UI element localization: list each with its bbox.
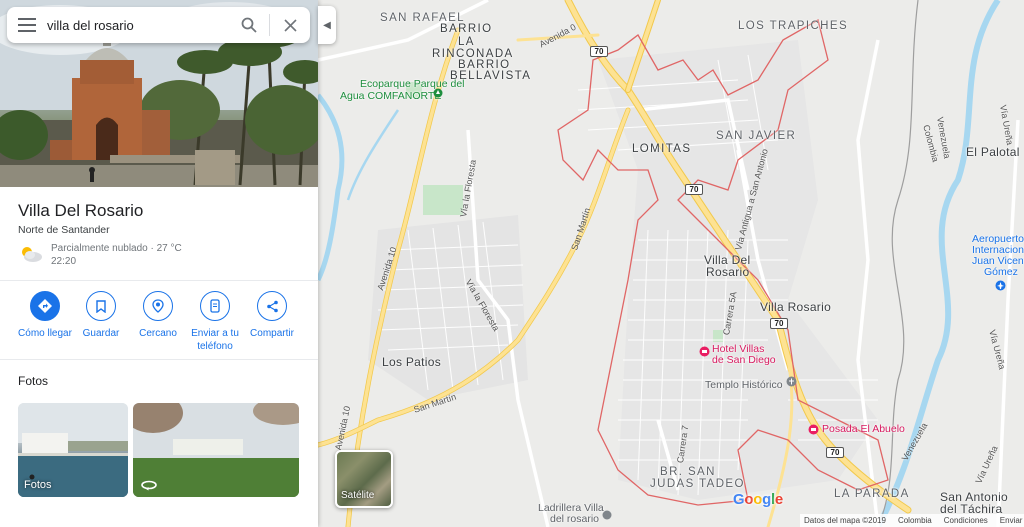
label-hotel-2[interactable]: de San Diego — [712, 354, 776, 366]
place-pin-icon[interactable] — [602, 510, 612, 520]
phone-icon — [210, 299, 220, 313]
search-input[interactable] — [47, 10, 229, 40]
weather-info: Parcialmente nublado · 27 °C 22:20 — [51, 242, 182, 268]
partly-cloudy-icon — [22, 247, 42, 262]
place-title: Villa Del Rosario — [18, 201, 144, 220]
send-to-phone-button[interactable]: Enviar a tu teléfono — [185, 291, 245, 353]
footer-country[interactable]: Colombia — [898, 516, 932, 525]
route-shield: 70 — [826, 447, 844, 458]
label-ecoparque-2[interactable]: Agua COMFANORTE — [340, 90, 441, 102]
map-footer: Datos del mapa ©2019 Colombia Condicione… — [800, 514, 1024, 527]
label-ecoparque-1[interactable]: Ecoparque Parque del — [360, 78, 465, 90]
map-canvas[interactable]: SAN RAFAEL BARRIO LA RINCONADA BARRIO BE… — [318, 0, 1024, 527]
label-templo[interactable]: Templo Histórico — [705, 379, 783, 391]
label-san-javier[interactable]: SAN JAVIER — [716, 130, 796, 142]
church-pin-icon[interactable] — [786, 376, 797, 387]
nearby-button[interactable]: Cercano — [128, 291, 188, 340]
send-to-phone-label: Enviar a tu teléfono — [185, 327, 245, 353]
bookmark-icon — [96, 299, 106, 313]
search-icon[interactable] — [229, 7, 269, 43]
label-la-parada[interactable]: LA PARADA — [834, 488, 910, 500]
place-subtitle: Norte de Santander — [18, 224, 110, 236]
google-logo: Google — [733, 491, 783, 508]
route-shield: 70 — [590, 46, 608, 57]
action-bar: Cómo llegar Guardar Cercano Enviar a tu … — [0, 291, 318, 355]
360-view-icon — [141, 480, 157, 491]
share-label: Compartir — [250, 328, 294, 339]
directions-button[interactable]: Cómo llegar — [15, 291, 75, 340]
directions-icon — [38, 299, 52, 313]
satellite-label: Satélite — [341, 490, 375, 501]
label-los-patios[interactable]: Los Patios — [382, 355, 441, 369]
route-shield: 70 — [770, 318, 788, 329]
save-button[interactable]: Guardar — [71, 291, 131, 340]
place-panel: Villa Del Rosario Norte de Santander Par… — [0, 0, 318, 527]
label-barrio-rinconada-1[interactable]: BARRIO — [440, 23, 493, 35]
route-shield: 70 — [685, 184, 703, 195]
save-label: Guardar — [82, 328, 120, 339]
weather-condition: Parcialmente nublado · 27 °C — [51, 243, 182, 254]
photo-360-thumbnail[interactable] — [133, 403, 299, 497]
label-lomitas[interactable]: LOMITAS — [632, 143, 691, 155]
label-el-palotal[interactable]: El Palotal — [966, 145, 1020, 159]
photo-thumbnail[interactable]: Fotos — [18, 403, 128, 497]
nearby-icon — [152, 299, 164, 313]
divider — [0, 359, 318, 360]
send-to-phone-label-line1: Enviar a tu — [191, 328, 239, 339]
collapse-panel-button[interactable]: ◀ — [318, 6, 336, 44]
hotel-pin-icon[interactable] — [699, 346, 710, 357]
footer-map-data: Datos del mapa ©2019 — [804, 516, 886, 525]
park-pin-icon[interactable] — [433, 88, 443, 98]
photo-field-image — [133, 403, 299, 497]
weather-time: 22:20 — [51, 256, 77, 267]
label-los-trapiches[interactable]: LOS TRAPICHES — [738, 20, 848, 32]
close-icon[interactable] — [270, 7, 310, 43]
photos-heading: Fotos — [18, 374, 49, 388]
triangle-left-icon: ◀ — [323, 19, 331, 31]
share-icon — [266, 300, 278, 312]
park-area — [423, 185, 463, 215]
label-br-san-2[interactable]: JUDAS TADEO — [650, 478, 745, 490]
satellite-toggle[interactable]: Satélite — [335, 450, 393, 508]
search-box — [7, 7, 310, 43]
photos-label: Fotos — [24, 479, 52, 491]
label-barrio-rinconada-2[interactable]: LA — [458, 36, 475, 48]
label-aeropuerto-4[interactable]: Gómez — [984, 266, 1018, 278]
airport-pin-icon[interactable] — [995, 280, 1006, 291]
hamburger-menu-icon[interactable] — [7, 7, 47, 43]
footer-terms[interactable]: Condiciones — [944, 516, 988, 525]
send-to-phone-label-line2: teléfono — [197, 341, 233, 352]
divider — [0, 280, 318, 281]
nearby-label: Cercano — [139, 328, 177, 339]
label-posada[interactable]: Posada El Abuelo — [822, 423, 905, 435]
share-button[interactable]: Compartir — [242, 291, 302, 340]
lodging-pin-icon[interactable] — [808, 424, 819, 435]
label-villa-del-rosario-2[interactable]: Rosario — [706, 265, 749, 279]
label-ladrillera-2[interactable]: del rosario — [550, 513, 599, 525]
label-villa-rosario[interactable]: Villa Rosario — [760, 300, 831, 314]
footer-send[interactable]: Enviar c — [1000, 516, 1024, 525]
label-br-san-1[interactable]: BR. SAN — [660, 466, 716, 478]
directions-label: Cómo llegar — [18, 328, 72, 339]
